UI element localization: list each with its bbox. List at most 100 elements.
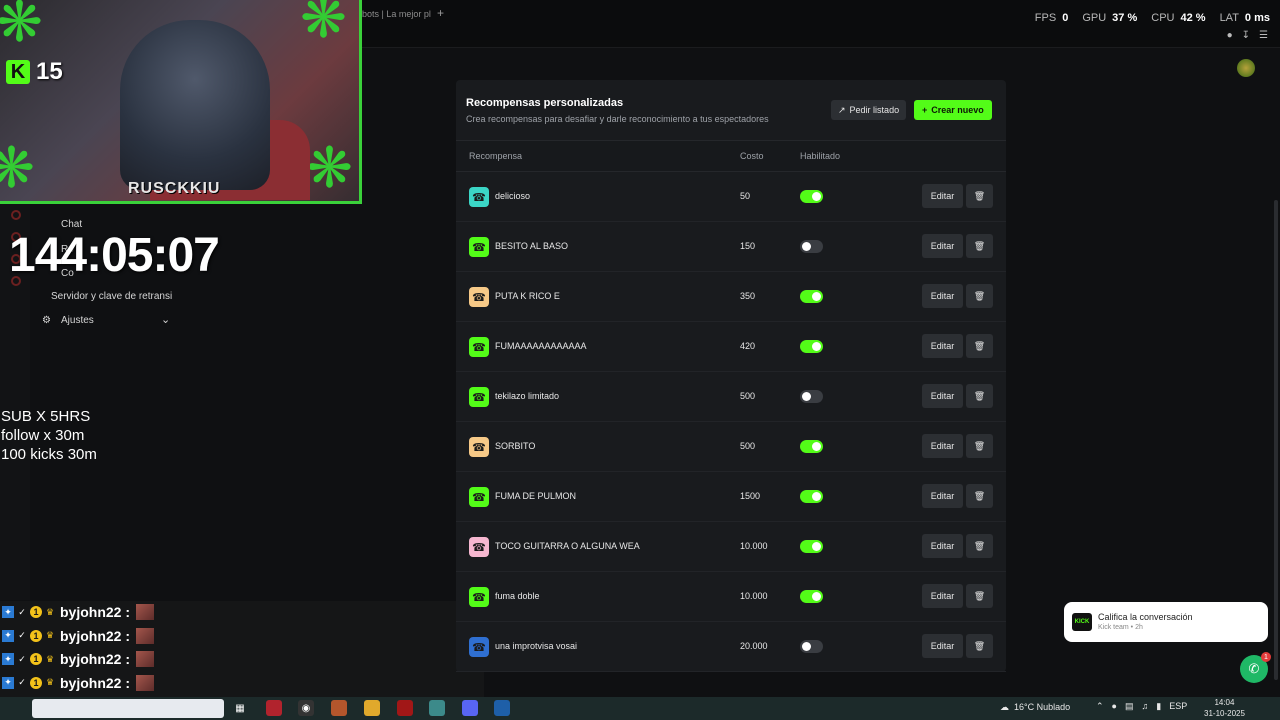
app-icon[interactable] bbox=[331, 700, 347, 716]
toggle-knob bbox=[812, 542, 821, 551]
request-list-button[interactable]: ↗ Pedir listado bbox=[831, 100, 907, 120]
app-icon[interactable] bbox=[266, 700, 282, 716]
folder-icon[interactable] bbox=[364, 700, 380, 716]
reward-name: TOCO GUITARRA O ALGUNA WEA bbox=[495, 541, 640, 551]
reward-cost: 20.000 bbox=[740, 641, 768, 651]
reward-cost: 50 bbox=[740, 191, 751, 201]
help-chat-button[interactable]: ✆ 1 bbox=[1240, 652, 1271, 683]
gear-icon: ⚙ bbox=[42, 315, 51, 326]
edit-button[interactable]: Editar bbox=[922, 334, 963, 358]
enabled-toggle[interactable] bbox=[800, 490, 823, 503]
table-row: ☎ BESITO AL BASO 150 Editar 🗑 bbox=[456, 222, 1006, 272]
discord-icon[interactable] bbox=[462, 700, 478, 716]
delete-button[interactable]: 🗑 bbox=[966, 384, 993, 408]
stat-label: GPU bbox=[1082, 12, 1107, 24]
reward-icon: ☎ bbox=[469, 287, 489, 307]
edit-button[interactable]: Editar bbox=[922, 184, 963, 208]
stat-cpu: CPU 42 % bbox=[1151, 12, 1205, 24]
app-icon[interactable] bbox=[397, 700, 413, 716]
reward-icon: ☎ bbox=[469, 437, 489, 457]
delete-button[interactable]: 🗑 bbox=[966, 184, 993, 208]
scrollbar[interactable] bbox=[1274, 200, 1278, 680]
create-new-button[interactable]: + Crear nuevo bbox=[914, 100, 992, 120]
microphone-icon[interactable]: ● bbox=[1112, 701, 1117, 712]
chat-message: ✦ ✓ 1♛ byjohn22 : bbox=[2, 625, 155, 647]
edit-button[interactable]: Editar bbox=[922, 234, 963, 258]
app-icon[interactable] bbox=[494, 700, 510, 716]
network-icon[interactable]: ▤ bbox=[1125, 701, 1134, 712]
chat-message: ✦ ✓ 1♛ byjohn22 : bbox=[2, 672, 155, 694]
enabled-toggle[interactable] bbox=[800, 590, 823, 603]
delete-button[interactable]: 🗑 bbox=[966, 484, 993, 508]
column-header-cost: Costo bbox=[740, 151, 764, 161]
stat-label: CPU bbox=[1151, 12, 1175, 24]
delete-button[interactable]: 🗑 bbox=[966, 434, 993, 458]
enabled-toggle[interactable] bbox=[800, 240, 823, 253]
stat-label: LAT bbox=[1219, 12, 1239, 24]
task-view-icon[interactable]: ▦ bbox=[232, 700, 248, 716]
reward-icon: ☎ bbox=[469, 187, 489, 207]
weather-widget[interactable]: ☁ 16°C Nublado bbox=[1000, 702, 1070, 713]
obs-icon[interactable]: ◉ bbox=[298, 700, 314, 716]
cloud-icon: ☁ bbox=[1000, 702, 1009, 712]
edit-button[interactable]: Editar bbox=[922, 384, 963, 408]
enabled-toggle[interactable] bbox=[800, 390, 823, 403]
volume-icon[interactable]: ♫ bbox=[1142, 701, 1149, 712]
taskbar-search[interactable] bbox=[32, 699, 224, 718]
edit-button[interactable]: Editar bbox=[922, 584, 963, 608]
edit-button[interactable]: Editar bbox=[922, 534, 963, 558]
clock[interactable]: 14:04 31-10-2025 bbox=[1204, 697, 1245, 719]
toggle-knob bbox=[812, 292, 821, 301]
menu-icon[interactable]: ☰ bbox=[1259, 30, 1268, 41]
rail-icon[interactable] bbox=[11, 210, 21, 220]
user-icon[interactable]: ● bbox=[1227, 30, 1233, 41]
chat-username[interactable]: byjohn22 : bbox=[60, 651, 130, 667]
battery-icon[interactable]: ▮ bbox=[1156, 701, 1161, 712]
reward-name: tekilazo limitado bbox=[495, 391, 560, 401]
edit-button[interactable]: Editar bbox=[922, 434, 963, 458]
kick-follower-badge: K 15 bbox=[6, 58, 63, 86]
chevron-down-icon[interactable]: ⌄ bbox=[161, 313, 170, 326]
delete-button[interactable]: 🗑 bbox=[966, 284, 993, 308]
enabled-toggle[interactable] bbox=[800, 190, 823, 203]
promo-text: SUB X 5HRS follow x 30m 100 kicks 30m bbox=[1, 407, 97, 464]
toast-title: Califica la conversación bbox=[1098, 612, 1193, 622]
delete-button[interactable]: 🗑 bbox=[966, 334, 993, 358]
reward-name: una improtvisa vosai bbox=[495, 641, 578, 651]
trash-icon: 🗑 bbox=[973, 340, 986, 351]
delete-button[interactable]: 🗑 bbox=[966, 634, 993, 658]
store-icon[interactable] bbox=[429, 700, 445, 716]
avatar[interactable] bbox=[1237, 59, 1255, 77]
language-indicator[interactable]: ESP bbox=[1169, 701, 1187, 712]
enabled-toggle[interactable] bbox=[800, 340, 823, 353]
trash-icon: 🗑 bbox=[973, 440, 986, 451]
enabled-toggle[interactable] bbox=[800, 440, 823, 453]
feedback-toast[interactable]: KICK Califica la conversación Kick team … bbox=[1064, 602, 1268, 642]
edit-button[interactable]: Editar bbox=[922, 484, 963, 508]
table-row: ☎ PUTA K RICO E 350 Editar 🗑 bbox=[456, 272, 1006, 322]
edit-button[interactable]: Editar bbox=[922, 284, 963, 308]
edit-button[interactable]: Editar bbox=[922, 634, 963, 658]
enabled-toggle[interactable] bbox=[800, 290, 823, 303]
chat-username[interactable]: byjohn22 : bbox=[60, 604, 130, 620]
sidebar-item-settings[interactable]: Ajustes bbox=[61, 315, 94, 326]
trash-icon: 🗑 bbox=[973, 290, 986, 301]
chat-username[interactable]: byjohn22 : bbox=[60, 675, 130, 691]
chevron-up-icon[interactable]: ⌃ bbox=[1096, 701, 1104, 712]
chat-username[interactable]: byjohn22 : bbox=[60, 628, 130, 644]
table-row: ☎ TOCO GUITARRA O ALGUNA WEA 10.000 Editar 🗑 bbox=[456, 522, 1006, 572]
toggle-knob bbox=[812, 442, 821, 451]
delete-button[interactable]: 🗑 bbox=[966, 534, 993, 558]
new-tab-button[interactable]: + bbox=[437, 6, 444, 20]
reward-name: delicioso bbox=[495, 191, 531, 201]
download-icon[interactable]: ↧ bbox=[1242, 30, 1250, 41]
delete-button[interactable]: 🗑 bbox=[966, 584, 993, 608]
delete-button[interactable]: 🗑 bbox=[966, 234, 993, 258]
enabled-toggle[interactable] bbox=[800, 640, 823, 653]
table-row: ☎ SORBITO 500 Editar 🗑 bbox=[456, 422, 1006, 472]
request-list-label: Pedir listado bbox=[849, 105, 900, 115]
sidebar-item-stream-key[interactable]: Servidor y clave de retransi bbox=[51, 291, 172, 302]
webcam-caption: RUSCKKIU bbox=[128, 180, 221, 197]
enabled-toggle[interactable] bbox=[800, 540, 823, 553]
browser-tab-title[interactable]: bots | La mejor pl bbox=[362, 9, 431, 19]
